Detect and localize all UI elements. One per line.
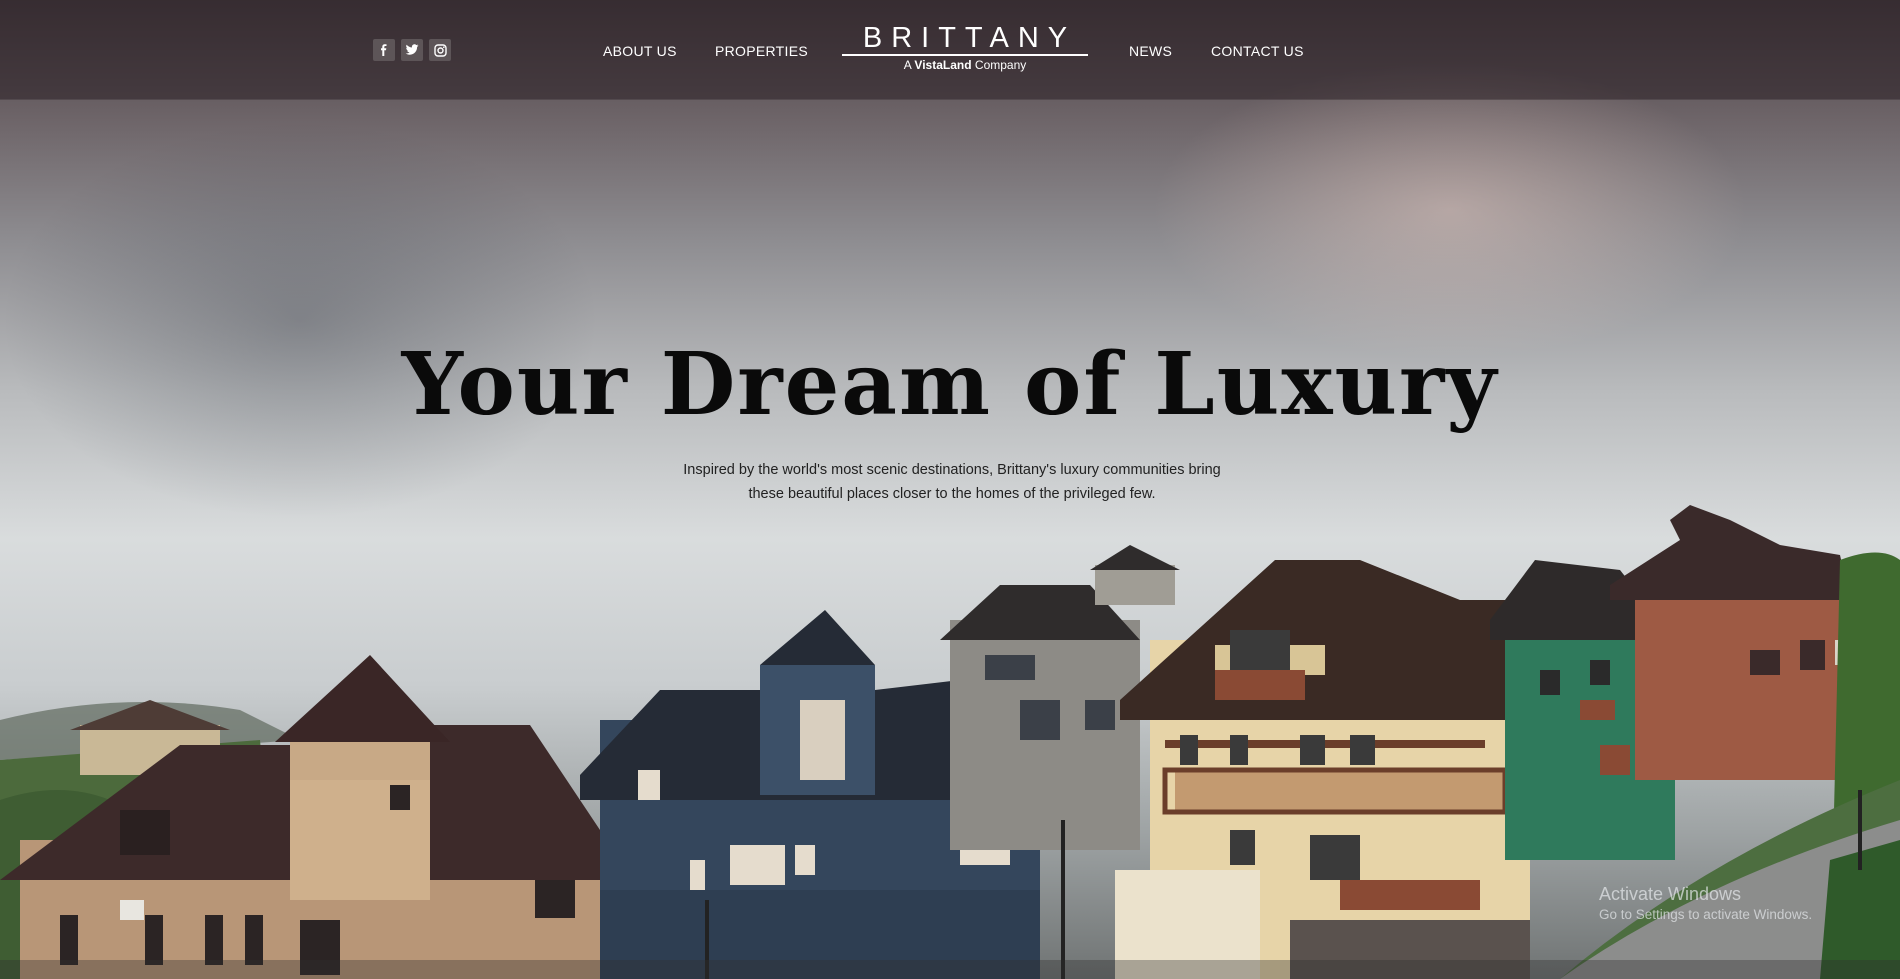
- facebook-link[interactable]: [373, 39, 395, 61]
- nav-news[interactable]: NEWS: [1129, 43, 1172, 59]
- nav-about-us[interactable]: ABOUT US: [603, 43, 677, 59]
- top-navbar: ABOUT US PROPERTIES BRITTANY A VistaLand…: [0, 0, 1900, 100]
- social-links: [373, 39, 451, 61]
- hero-headline: Your Dream of Luxury: [401, 334, 1499, 435]
- brand-tag-vistaland: VistaLand: [914, 58, 972, 72]
- brand-rule: [842, 54, 1088, 56]
- twitter-link[interactable]: [401, 39, 423, 61]
- nav-contact-us[interactable]: CONTACT US: [1211, 43, 1304, 59]
- instagram-icon: [433, 43, 447, 57]
- brand-tagline: A VistaLand Company: [840, 58, 1090, 72]
- facebook-icon: [381, 44, 387, 56]
- windows-activation-watermark: Activate Windows Go to Settings to activ…: [1599, 884, 1812, 922]
- hero-subtext-line1: Inspired by the world's most scenic dest…: [683, 462, 1221, 478]
- watermark-subtitle: Go to Settings to activate Windows.: [1599, 907, 1813, 922]
- nav-properties[interactable]: PROPERTIES: [715, 43, 808, 59]
- brand-tag-suffix: Company: [974, 58, 1027, 72]
- brand-wordmark: BRITTANY: [862, 22, 1077, 54]
- twitter-icon: [405, 44, 419, 55]
- watermark-title: Activate Windows: [1599, 884, 1742, 904]
- brand-logo[interactable]: BRITTANY A VistaLand Company: [840, 24, 1090, 72]
- instagram-link[interactable]: [429, 39, 451, 61]
- brand-tag-prefix: A: [903, 58, 912, 72]
- hero-subtext-line2: these beautiful places closer to the hom…: [748, 486, 1156, 502]
- hero-subtext: Inspired by the world's most scenic dest…: [650, 458, 1254, 506]
